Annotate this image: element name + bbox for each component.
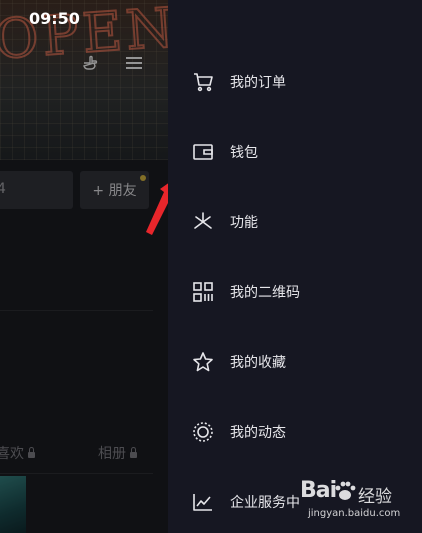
menu-item-my-activity[interactable]: 我的动态 [168,407,422,457]
wallet-icon [192,141,214,163]
menu-item-my-orders[interactable]: 我的订单 [168,57,422,107]
menu-label: 功能 [230,215,258,231]
qrcode-icon [192,281,214,303]
menu-item-favorites[interactable]: 我的收藏 [168,337,422,387]
status-time: 09:50 [29,9,80,28]
menu-label: 我的二维码 [230,285,300,301]
star-icon [192,351,214,373]
watermark-brand: 经验 [358,487,392,507]
trend-chart-icon [192,491,214,513]
menu-label: 企业服务中 [230,495,300,511]
menu-label: 我的订单 [230,75,286,91]
menu-label: 我的动态 [230,425,286,441]
profile-background-page: OPEN 4 + 朋友 喜欢 相册 [0,0,168,533]
menu-item-features[interactable]: 功能 [168,197,422,247]
annotation-arrow [146,183,168,235]
cart-icon [192,71,214,93]
baidu-jingyan-watermark: Bai 经验 jingyan.baidu.com [300,478,418,524]
side-drawer-menu: 我的订单 钱包 功能 我的二维码 我的收藏 我的动态 企业服务中 [168,0,422,533]
dynamic-circle-icon [192,421,214,443]
watermark-logo-text: Bai [300,478,337,503]
menu-label: 我的收藏 [230,355,286,371]
asterisk-icon [192,211,214,233]
watermark-url: jingyan.baidu.com [308,508,401,519]
menu-label: 钱包 [230,145,258,161]
menu-item-my-qrcode[interactable]: 我的二维码 [168,267,422,317]
paw-icon [335,481,356,500]
menu-item-wallet[interactable]: 钱包 [168,127,422,177]
